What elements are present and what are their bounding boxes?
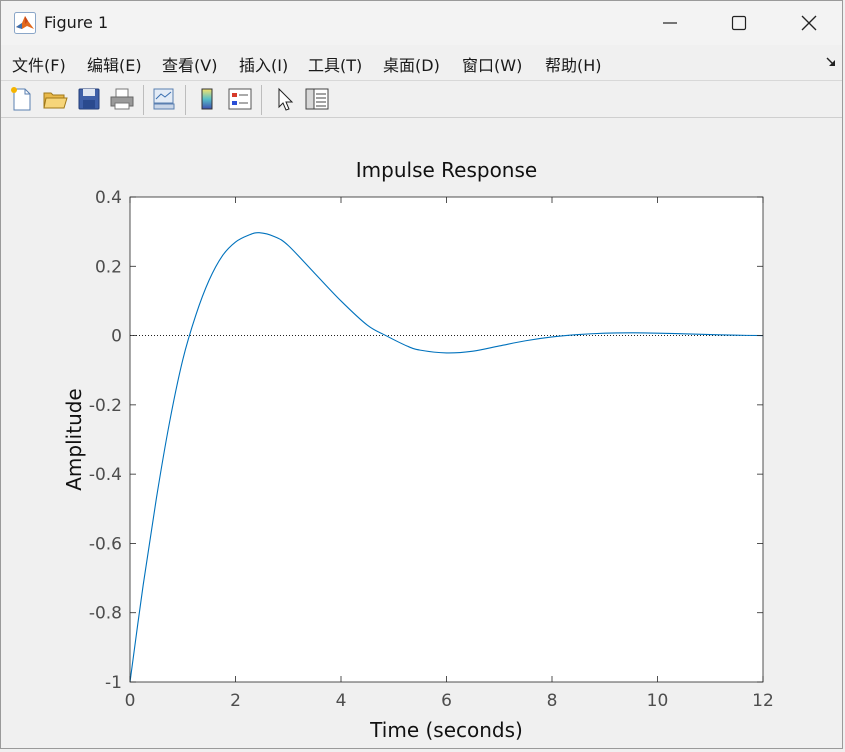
toolbar-separator <box>143 85 144 115</box>
toolbar-separator <box>261 85 262 115</box>
menu-edit[interactable]: 编辑(E) <box>87 52 142 76</box>
x-tick-label: 10 <box>647 691 669 711</box>
y-tick-label: -0.4 <box>89 465 122 485</box>
x-axis-label: Time (seconds) <box>369 718 523 742</box>
x-tick-label: 8 <box>547 691 558 711</box>
y-tick-label: 0.2 <box>95 257 122 277</box>
colorbar-icon[interactable] <box>193 85 221 113</box>
menu-bar: 文件(F) 编辑(E) 查看(V) 插入(I) 工具(T) 桌面(D) 窗口(W… <box>1 47 842 79</box>
window-title: Figure 1 <box>44 13 109 32</box>
figure-canvas: 0 2 4 6 8 10 12 -1 -0.8 -0.6 -0.4 -0.2 0 0.2 0.4 Impul… <box>3 119 840 748</box>
y-tick-label: 0 <box>111 327 122 347</box>
x-tick-label: 2 <box>230 691 241 711</box>
figure-window: Figure 1 文件(F) 编辑(E) 查看(V) 插入(I) 工具(T) 桌… <box>0 0 843 749</box>
new-figure-icon[interactable] <box>7 85 35 113</box>
save-icon[interactable] <box>75 85 103 113</box>
menu-desktop[interactable]: 桌面(D) <box>383 52 440 76</box>
x-tick-label: 12 <box>752 691 774 711</box>
y-tick-label: -0.8 <box>89 604 122 624</box>
minimize-button[interactable] <box>635 1 705 45</box>
maximize-button[interactable] <box>704 1 774 45</box>
toolbar-separator <box>185 85 186 115</box>
menu-help[interactable]: 帮助(H) <box>545 52 602 76</box>
close-button[interactable] <box>774 1 844 45</box>
chart-title: Impulse Response <box>356 158 537 182</box>
y-axis-label: Amplitude <box>62 388 86 491</box>
plot-area <box>130 197 763 682</box>
menu-file[interactable]: 文件(F) <box>12 52 66 76</box>
menu-window[interactable]: 窗口(W) <box>462 52 522 76</box>
y-tick-label: 0.4 <box>95 188 122 208</box>
x-tick-label: 6 <box>441 691 452 711</box>
y-tick-label: -1 <box>105 673 122 693</box>
maximize-icon <box>731 15 747 31</box>
open-file-icon[interactable] <box>41 85 69 113</box>
y-tick-label: -0.2 <box>89 396 122 416</box>
close-icon <box>801 15 817 31</box>
print-icon[interactable] <box>108 85 136 113</box>
menu-insert[interactable]: 插入(I) <box>239 52 288 76</box>
title-bar[interactable]: Figure 1 <box>1 1 842 45</box>
menu-tools[interactable]: 工具(T) <box>308 52 362 76</box>
y-tick-label: -0.6 <box>89 534 122 554</box>
x-tick-label: 4 <box>336 691 347 711</box>
dock-arrow-icon[interactable] <box>825 56 837 68</box>
figure-toolbar <box>1 80 842 118</box>
x-tick-label: 0 <box>125 691 136 711</box>
select-pointer-icon[interactable] <box>270 85 298 113</box>
matlab-logo-icon <box>14 12 36 34</box>
legend-icon[interactable] <box>226 85 254 113</box>
minimize-icon <box>663 22 677 24</box>
impulse-response-chart[interactable]: 0 2 4 6 8 10 12 -1 -0.8 -0.6 -0.4 -0.2 0 0.2 0.4 Impul… <box>3 119 840 748</box>
link-plot-icon[interactable] <box>150 85 178 113</box>
menu-view[interactable]: 查看(V) <box>162 52 217 76</box>
property-editor-icon[interactable] <box>303 85 331 113</box>
